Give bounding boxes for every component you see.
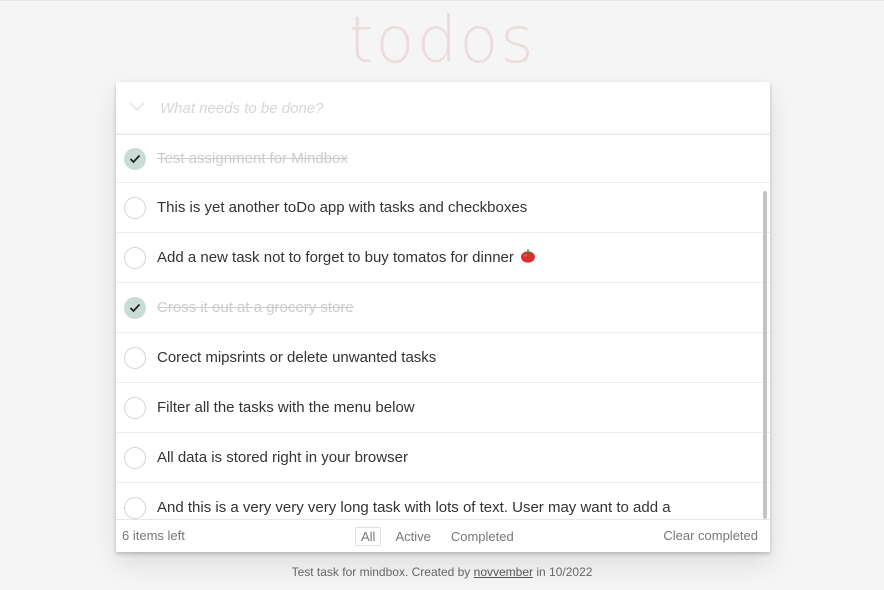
- todo-label: Test assignment for Mindbox: [157, 150, 348, 167]
- todo-text[interactable]: Cross it out at a grocery store: [157, 283, 756, 332]
- todo-label: This is yet another toDo app with tasks …: [157, 199, 528, 216]
- todo-list-container[interactable]: Test assignment for Mindbox This is yet …: [116, 135, 770, 519]
- todo-item: And this is a very very very long task w…: [116, 483, 770, 519]
- todo-checkbox[interactable]: [124, 196, 146, 219]
- todo-footer: 6 items left All Active Completed Clear …: [116, 519, 770, 552]
- list-scrollbar[interactable]: [763, 191, 767, 519]
- new-todo-input[interactable]: [160, 92, 750, 124]
- todo-text[interactable]: Add a new task not to forget to buy toma…: [157, 233, 756, 282]
- todo-label: All data is stored right in your browser: [157, 449, 408, 466]
- todo-text[interactable]: All data is stored right in your browser: [157, 433, 756, 482]
- todo-checkbox[interactable]: [124, 147, 146, 170]
- filter-all[interactable]: All: [355, 527, 382, 546]
- todo-item: Corect mipsrints or delete unwanted task…: [116, 333, 770, 383]
- filter-group: All Active Completed: [355, 527, 520, 546]
- todo-text[interactable]: And this is a very very very long task w…: [157, 483, 756, 519]
- todo-item: Cross it out at a grocery store: [116, 283, 770, 333]
- todo-label: Filter all the tasks with the menu below: [157, 399, 415, 416]
- clear-completed-button[interactable]: Clear completed: [663, 528, 758, 543]
- todo-card: Test assignment for Mindbox This is yet …: [116, 82, 770, 552]
- tomato-icon: [520, 248, 536, 267]
- todo-label: And this is a very very very long task w…: [157, 499, 671, 516]
- todo-text[interactable]: This is yet another toDo app with tasks …: [157, 183, 756, 232]
- info-footer: Test task for mindbox. Created by novvem…: [0, 565, 884, 579]
- info-suffix: in 10/2022: [533, 565, 593, 579]
- info-prefix: Test task for mindbox. Created by: [291, 565, 474, 579]
- todo-item: Filter all the tasks with the menu below: [116, 383, 770, 433]
- todo-item: Add a new task not to forget to buy toma…: [116, 233, 770, 283]
- items-left-count: 6 items left: [122, 528, 185, 543]
- todo-checkbox[interactable]: [124, 246, 146, 269]
- check-icon: [129, 303, 141, 312]
- filter-completed[interactable]: Completed: [445, 527, 520, 546]
- todo-label: Add a new task not to forget to buy toma…: [157, 249, 514, 266]
- todo-text[interactable]: Corect mipsrints or delete unwanted task…: [157, 333, 756, 382]
- todo-checkbox[interactable]: [124, 496, 146, 519]
- check-icon: [129, 154, 141, 163]
- todo-text[interactable]: Test assignment for Mindbox: [157, 135, 756, 182]
- todo-item: All data is stored right in your browser: [116, 433, 770, 483]
- chevron-down-icon[interactable]: [126, 96, 148, 118]
- app-title: todos: [348, 4, 536, 78]
- todo-label: Cross it out at a grocery store: [157, 299, 354, 316]
- todo-checkbox[interactable]: [124, 346, 146, 369]
- todo-checkbox[interactable]: [124, 446, 146, 469]
- todo-checkbox[interactable]: [124, 296, 146, 319]
- page: todos Test assignment for: [0, 0, 884, 590]
- todo-list: Test assignment for Mindbox This is yet …: [116, 135, 770, 519]
- author-link[interactable]: novvember: [474, 565, 533, 579]
- todo-checkbox[interactable]: [124, 396, 146, 419]
- todo-item: Test assignment for Mindbox: [116, 135, 770, 183]
- filter-active[interactable]: Active: [389, 527, 436, 546]
- todo-item: This is yet another toDo app with tasks …: [116, 183, 770, 233]
- todo-text[interactable]: Filter all the tasks with the menu below: [157, 383, 756, 432]
- todo-label: Corect mipsrints or delete unwanted task…: [157, 349, 437, 366]
- new-todo-row: [116, 82, 770, 135]
